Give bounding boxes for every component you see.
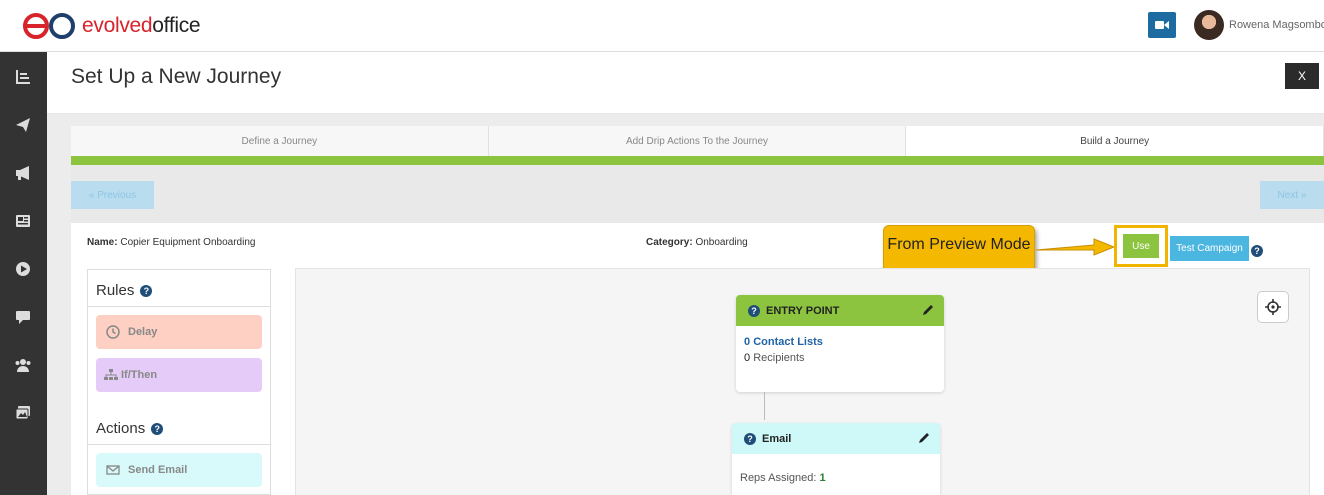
entry-point-body: 0 Contact Lists 0 Recipients — [736, 326, 944, 374]
action-send-email[interactable]: Send Email — [96, 453, 262, 487]
logo-mark-icon — [23, 13, 75, 39]
node-connector — [764, 392, 765, 420]
use-button[interactable]: Use — [1123, 234, 1159, 258]
analytics-icon[interactable] — [14, 68, 32, 86]
entry-point-header: ? ENTRY POINT — [736, 295, 944, 326]
newspaper-icon[interactable] — [14, 212, 32, 230]
rules-actions-panel: Rules? Delay If/Then Actions? Send Email — [87, 269, 271, 495]
email-node-header: ? Email — [732, 423, 940, 454]
video-camera-icon — [1155, 21, 1169, 29]
play-icon[interactable] — [14, 260, 32, 278]
reps-assigned-count[interactable]: 1 — [820, 472, 826, 484]
email-node-body: Reps Assigned: 1 — [740, 472, 826, 484]
help-icon[interactable]: ? — [1251, 245, 1263, 257]
logo-text: evolvedoffice — [82, 14, 201, 37]
progress-bar — [71, 156, 1324, 165]
clock-icon — [106, 325, 120, 339]
sidebar — [0, 52, 47, 495]
email-node[interactable]: ? Email Reps Assigned: 1 — [732, 423, 940, 495]
send-icon[interactable] — [14, 116, 32, 134]
recipients-count: 0 Recipients — [744, 352, 805, 364]
envelope-icon — [106, 465, 120, 475]
next-button[interactable]: Next » — [1260, 181, 1324, 209]
recenter-button[interactable] — [1257, 291, 1289, 323]
actions-heading: Actions? — [96, 420, 164, 437]
pencil-icon[interactable] — [922, 304, 934, 316]
images-icon[interactable] — [14, 404, 32, 422]
help-icon[interactable]: ? — [151, 422, 164, 435]
test-campaign-button[interactable]: Test Campaign — [1170, 236, 1249, 261]
page-header: Set Up a New Journey X — [47, 52, 1324, 114]
contact-lists-link[interactable]: 0 Contact Lists — [744, 334, 936, 350]
entry-point-node[interactable]: ? ENTRY POINT 0 Contact Lists 0 Recipien… — [736, 295, 944, 392]
journey-name: Name: Copier Equipment Onboarding — [87, 237, 256, 248]
step-add-drip-actions[interactable]: Add Drip Actions To the Journey — [488, 126, 907, 156]
users-icon[interactable] — [14, 356, 32, 374]
megaphone-icon[interactable] — [14, 164, 32, 182]
rules-heading: Rules? — [96, 282, 153, 299]
top-bar: evolvedoffice Rowena Magsombol — [0, 0, 1324, 52]
divider — [88, 444, 270, 445]
crosshair-icon — [1265, 299, 1281, 315]
wizard-steps: Define a Journey Add Drip Actions To the… — [71, 126, 1324, 156]
step-build-journey[interactable]: Build a Journey — [906, 126, 1324, 156]
journey-category: Category: Onboarding — [646, 237, 748, 248]
rule-delay[interactable]: Delay — [96, 315, 262, 349]
chat-icon[interactable] — [14, 308, 32, 326]
avatar[interactable] — [1194, 10, 1224, 40]
use-button-highlight: Use — [1114, 225, 1168, 267]
divider — [88, 306, 270, 307]
page-title: Set Up a New Journey — [71, 65, 282, 88]
close-button[interactable]: X — [1285, 63, 1319, 89]
video-button[interactable] — [1148, 12, 1176, 38]
previous-button[interactable]: « Previous — [71, 181, 154, 209]
pencil-icon[interactable] — [918, 432, 930, 444]
sitemap-icon — [104, 369, 118, 380]
logo[interactable]: evolvedoffice — [22, 12, 201, 40]
help-icon[interactable]: ? — [140, 284, 153, 297]
rule-if-then[interactable]: If/Then — [96, 358, 262, 392]
journey-builder: Name: Copier Equipment Onboarding Catego… — [71, 223, 1324, 495]
help-icon[interactable]: ? — [748, 304, 760, 317]
help-icon[interactable]: ? — [744, 432, 756, 445]
callout-arrow-icon — [1036, 238, 1116, 256]
step-define-journey[interactable]: Define a Journey — [71, 126, 489, 156]
user-name[interactable]: Rowena Magsombol — [1229, 19, 1324, 31]
wizard-nav: « Previous Next » — [71, 165, 1324, 223]
